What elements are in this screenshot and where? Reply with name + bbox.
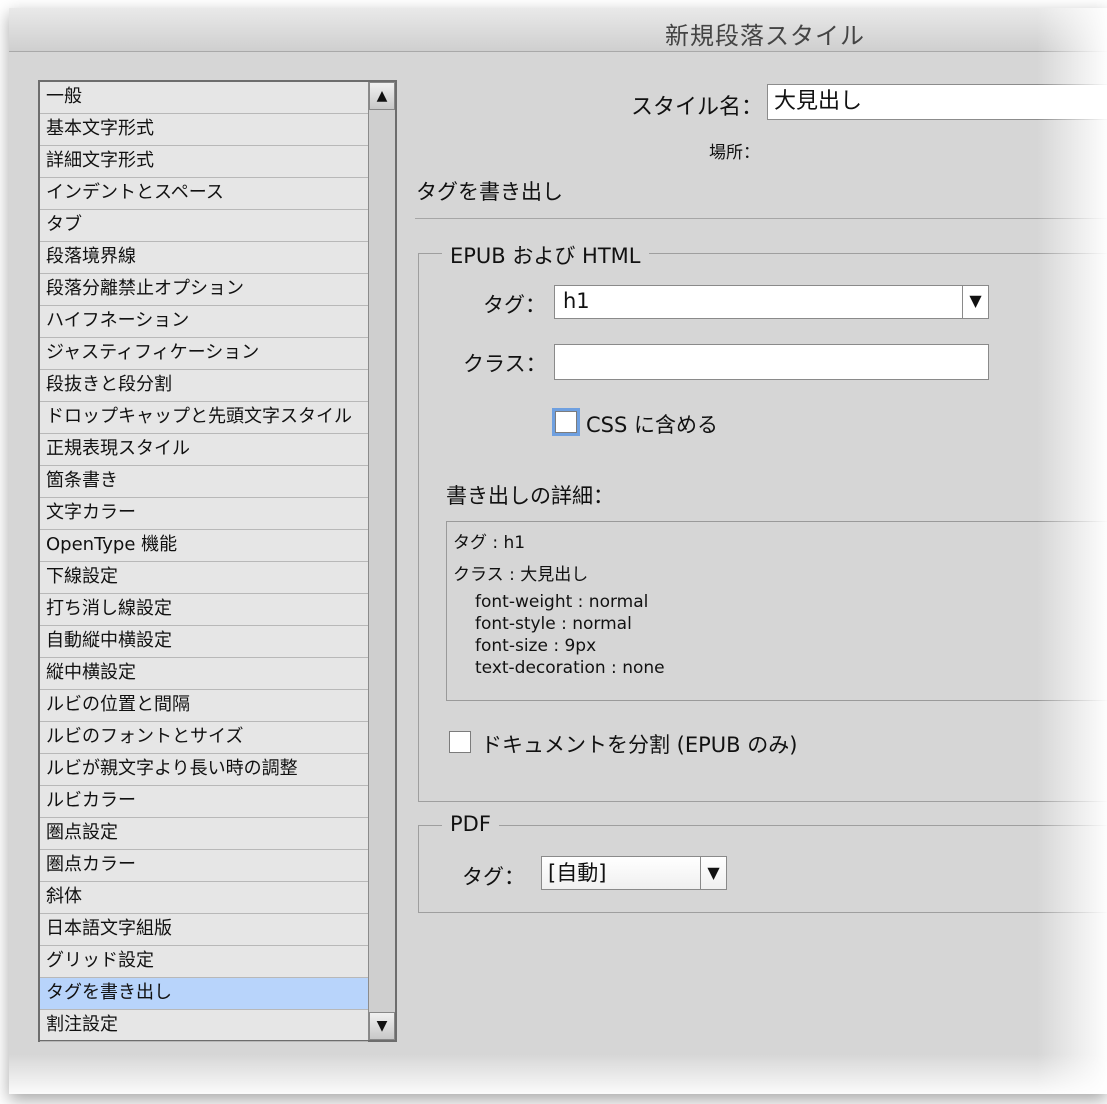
epub-group-title: EPUB および HTML xyxy=(442,240,649,270)
category-item[interactable]: 自動縦中横設定 xyxy=(40,626,368,658)
category-item[interactable]: ルビが親文字より長い時の調整 xyxy=(40,754,368,786)
category-item[interactable]: 箇条書き xyxy=(40,466,368,498)
section-separator xyxy=(415,218,1107,219)
category-item[interactable]: 縦中横設定 xyxy=(40,658,368,690)
category-item[interactable]: 段落分離禁止オプション xyxy=(40,274,368,306)
category-item[interactable]: 文字カラー xyxy=(40,498,368,530)
pdf-tag-value: [自動] xyxy=(548,861,607,885)
category-items: 一般 基本文字形式 詳細文字形式 インデントとスペース タブ 段落境界線 段落分離禁止オプシ… xyxy=(40,82,368,1042)
pdf-group-title: PDF xyxy=(442,812,499,836)
pdf-tag-label: タグ： xyxy=(462,865,525,889)
category-item[interactable]: 圏点カラー xyxy=(40,850,368,882)
details-prop: font-weight : normal xyxy=(475,592,649,612)
epub-class-label: クラス： xyxy=(463,352,547,376)
include-css-checkbox[interactable] xyxy=(555,411,577,433)
category-item[interactable]: ハイフネーション xyxy=(40,306,368,338)
category-item[interactable]: ジャスティフィケーション xyxy=(40,338,368,370)
category-item[interactable]: 打ち消し線設定 xyxy=(40,594,368,626)
scroll-down-icon[interactable]: ▼ xyxy=(369,1012,395,1040)
title-bar: 新規段落スタイル xyxy=(9,8,1107,52)
scroll-up-icon[interactable]: ▲ xyxy=(369,82,395,110)
category-item[interactable]: タブ xyxy=(40,210,368,242)
category-item[interactable]: 詳細文字形式 xyxy=(40,146,368,178)
category-item[interactable]: ドロップキャップと先頭文字スタイル xyxy=(40,402,368,434)
style-name-input[interactable]: 大見出し xyxy=(767,84,1107,120)
category-item[interactable]: ルビのフォントとサイズ xyxy=(40,722,368,754)
pdf-tag-select[interactable]: [自動] ▼ xyxy=(541,856,727,890)
category-item[interactable]: 正規表現スタイル xyxy=(40,434,368,466)
details-class-line: クラス : 大見出し xyxy=(453,565,589,585)
category-item[interactable]: ルビカラー xyxy=(40,786,368,818)
category-item[interactable]: タグを書き出し xyxy=(40,978,368,1010)
category-item[interactable]: ルビの位置と間隔 xyxy=(40,690,368,722)
category-item[interactable]: 基本文字形式 xyxy=(40,114,368,146)
split-document-label: ドキュメントを分割 (EPUB のみ) xyxy=(481,733,798,757)
category-item[interactable]: 日本語文字組版 xyxy=(40,914,368,946)
new-paragraph-style-dialog: 新規段落スタイル 一般 基本文字形式 詳細文字形式 インデントとスペース タブ 段落境界線… xyxy=(9,8,1107,1094)
epub-tag-select[interactable]: h1 ▼ xyxy=(554,285,989,319)
epub-class-input[interactable] xyxy=(554,344,989,380)
export-details-box: タグ : h1 クラス : 大見出し font-weight : normal … xyxy=(446,521,1107,701)
details-prop: font-size : 9px xyxy=(475,636,597,656)
chevron-down-icon[interactable]: ▼ xyxy=(700,857,726,889)
details-tag-line: タグ : h1 xyxy=(453,533,526,553)
category-item[interactable]: 割注設定 xyxy=(40,1010,368,1042)
category-item[interactable]: 一般 xyxy=(40,82,368,114)
split-document-checkbox[interactable] xyxy=(449,731,471,753)
category-item[interactable]: 段落境界線 xyxy=(40,242,368,274)
category-item[interactable]: 斜体 xyxy=(40,882,368,914)
category-scrollbar[interactable]: ▲ ▼ xyxy=(368,82,395,1040)
include-css-label: CSS に含める xyxy=(586,413,718,437)
details-prop: font-style : normal xyxy=(475,614,632,634)
chevron-down-icon[interactable]: ▼ xyxy=(962,286,988,318)
category-item[interactable]: 段抜きと段分割 xyxy=(40,370,368,402)
export-details-label: 書き出しの詳細： xyxy=(446,484,614,508)
category-item[interactable]: グリッド設定 xyxy=(40,946,368,978)
category-item[interactable]: インデントとスペース xyxy=(40,178,368,210)
epub-tag-value: h1 xyxy=(563,289,590,313)
details-prop: text-decoration : none xyxy=(475,658,665,678)
dialog-title: 新規段落スタイル xyxy=(665,22,865,50)
category-list: 一般 基本文字形式 詳細文字形式 インデントとスペース タブ 段落境界線 段落分離禁止オプシ… xyxy=(38,80,397,1042)
category-item[interactable]: 下線設定 xyxy=(40,562,368,594)
epub-tag-label: タグ： xyxy=(483,293,546,317)
section-heading: タグを書き出し xyxy=(416,180,563,204)
style-name-label: スタイル名： xyxy=(631,95,764,120)
edge-fade xyxy=(9,1054,1107,1094)
category-item[interactable]: OpenType 機能 xyxy=(40,530,368,562)
location-label: 場所： xyxy=(709,143,760,163)
category-item[interactable]: 圏点設定 xyxy=(40,818,368,850)
